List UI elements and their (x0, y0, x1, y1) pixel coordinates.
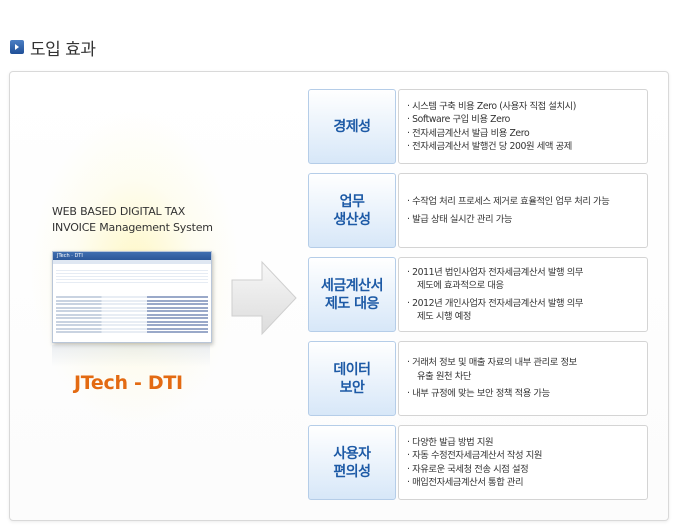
product-screenshot: JTech · DTI (52, 251, 212, 343)
screenshot-app-title: JTech · DTI (57, 253, 83, 259)
product-name: JTech - DTI (74, 372, 183, 394)
right-arrow-icon (231, 260, 297, 336)
benefit-item: · 발급 상태 실시간 관리 가능 (407, 213, 513, 225)
benefit-detail-economy: · 시스템 구축 비용 Zero (사용자 직접 설치시) · Software … (398, 89, 648, 164)
benefit-item: · 다양한 발급 방법 지원 (407, 436, 494, 448)
benefit-item: · 매입전자세금계산서 통합 관리 (407, 477, 524, 488)
benefit-detail-convenience: · 다양한 발급 방법 지원 · 자동 수정전자세금계산서 작성 지원 · 자유로운… (398, 425, 648, 500)
arrow-bullet-icon (10, 40, 24, 54)
benefit-category-productivity: 업무 생산성 (308, 173, 396, 248)
benefit-item: · 2012년 개인사업자 전자세금계산서 발행 의무 제도 시행 예정 (407, 297, 583, 323)
benefit-row-data-security: 데이터 보안 · 거래처 정보 및 매출 자료의 내부 관리로 정보 유출 원천 … (308, 341, 648, 416)
system-description-line2: INVOICE Management System (52, 221, 213, 234)
benefit-category-economy: 경제성 (308, 89, 396, 164)
benefit-category-convenience: 사용자 편의성 (308, 425, 396, 500)
benefit-detail-tax-compliance: · 2011년 법인사업자 전자세금계산서 발행 의무 제도에 효과적으로 대응… (398, 257, 648, 332)
benefit-row-economy: 경제성 · 시스템 구축 비용 Zero (사용자 직접 설치시) · Softwa… (308, 89, 648, 164)
benefit-item: · 자유로운 국세청 전송 시점 설정 (407, 463, 529, 475)
benefit-row-tax-compliance: 세금계산서 제도 대응 · 2011년 법인사업자 전자세금계산서 발행 의무 제… (308, 257, 648, 332)
benefit-category-data-security: 데이터 보안 (308, 341, 396, 416)
system-description-line1: WEB BASED DIGITAL TAX (52, 205, 186, 218)
benefit-row-convenience: 사용자 편의성 · 다양한 발급 방법 지원 · 자동 수정전자세금계산서 작성 지… (308, 425, 648, 500)
benefit-item: · 2011년 법인사업자 전자세금계산서 발행 의무 제도에 효과적으로 대응 (407, 266, 583, 292)
section-header: 도입 효과 (10, 36, 96, 60)
benefit-category-tax-compliance: 세금계산서 제도 대응 (308, 257, 396, 332)
section-title: 도입 효과 (30, 39, 96, 60)
benefit-item: · 거래처 정보 및 매출 자료의 내부 관리로 정보 유출 원천 차단 (407, 357, 577, 382)
benefit-item: · 전자세금계산서 발행건 당 200원 세액 공제 (407, 141, 572, 152)
benefit-row-productivity: 업무 생산성 · 수작업 처리 프로세스 제거로 효율적인 업무 처리 가능 · 발… (308, 173, 648, 248)
benefit-item: · 시스템 구축 비용 Zero (사용자 직접 설치시) (407, 100, 576, 112)
benefit-item: · 자동 수정전자세금계산서 작성 지원 (407, 450, 543, 461)
benefit-item: · 수작업 처리 프로세스 제거로 효율적인 업무 처리 가능 (407, 196, 610, 207)
benefit-detail-productivity: · 수작업 처리 프로세스 제거로 효율적인 업무 처리 가능 · 발급 상태 실… (398, 173, 648, 248)
benefit-item: · 내부 규정에 맞는 보안 정책 적용 가능 (407, 388, 550, 400)
screenshot-reflection (52, 345, 210, 367)
benefit-item: · Software 구입 비용 Zero (407, 114, 510, 125)
benefit-detail-data-security: · 거래처 정보 및 매출 자료의 내부 관리로 정보 유출 원천 차단 · 내부… (398, 341, 648, 416)
benefit-item: · 전자세금계산서 발급 비용 Zero (407, 127, 530, 139)
